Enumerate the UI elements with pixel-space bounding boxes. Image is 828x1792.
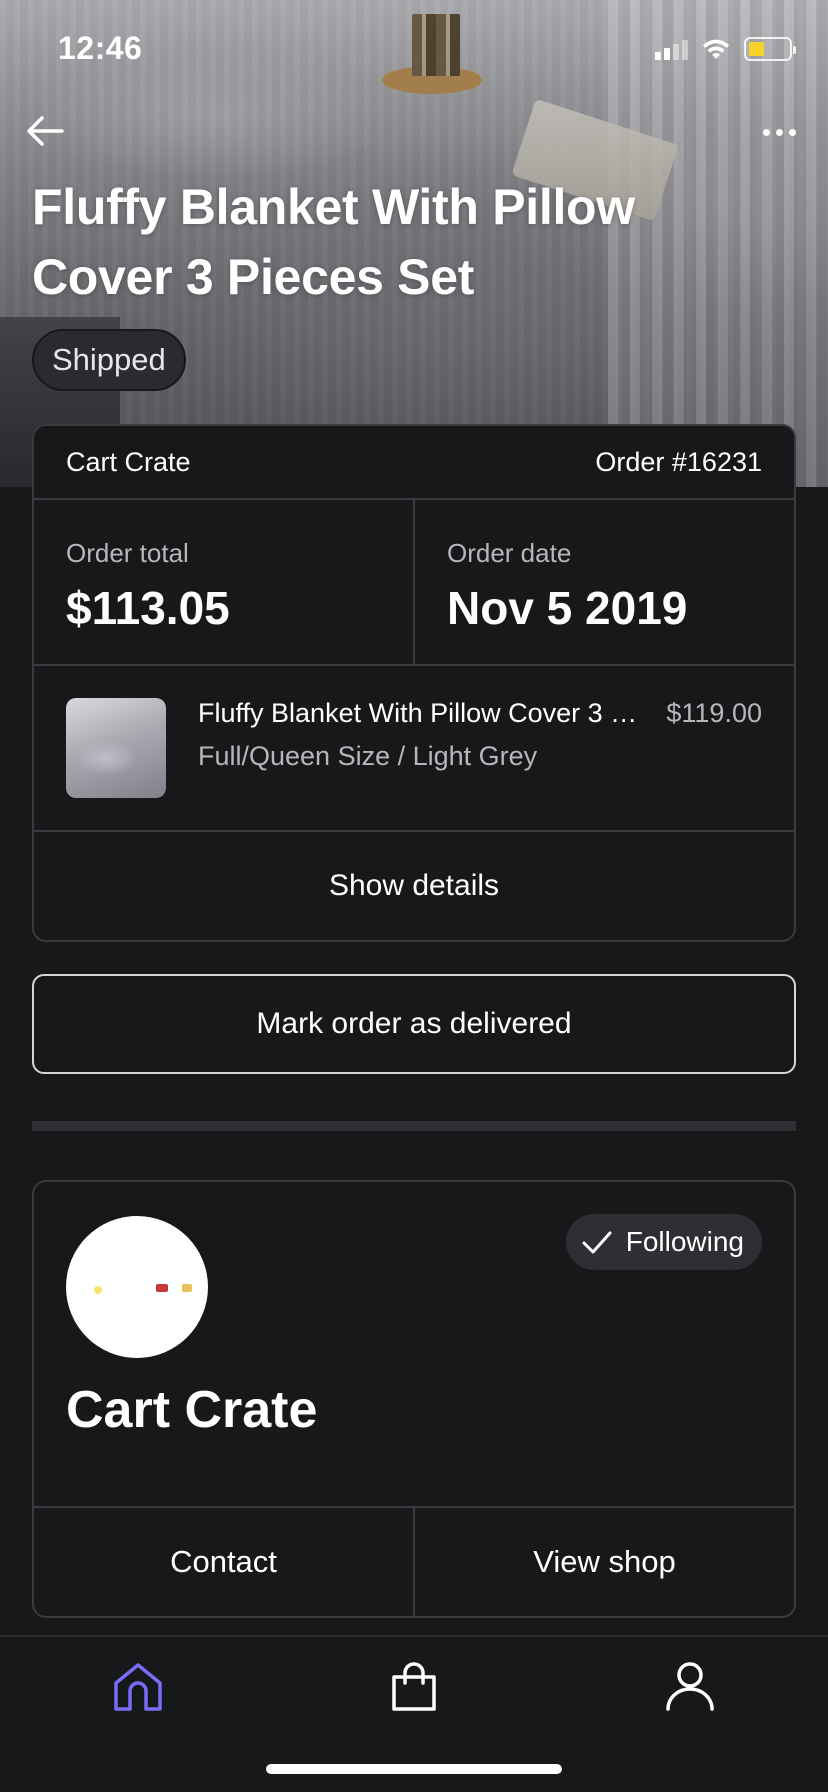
home-icon[interactable] [108,1657,168,1717]
item-thumbnail [66,698,166,798]
item-info: Fluffy Blanket With Pillow Cover 3 Piece… [198,698,762,772]
back-arrow-icon[interactable] [22,108,68,154]
order-total: Order total $113.05 [34,500,413,664]
item-name: Fluffy Blanket With Pillow Cover 3 Piece… [198,698,652,728]
order-date-value: Nov 5 2019 [447,582,688,634]
battery-level [749,42,765,56]
user-icon[interactable] [660,1657,720,1717]
item-variant: Full/Queen Size / Light Grey [198,741,538,771]
order-number: Order #16231 [595,446,762,477]
following-label: Following [625,1226,744,1257]
order-date: Order date Nov 5 2019 [413,500,794,664]
show-details-button[interactable]: Show details [34,832,794,940]
battery-icon [744,37,796,61]
status-badge: Shipped [32,329,186,391]
wifi-icon [703,39,729,59]
order-shop-name: Cart Crate [66,446,191,477]
section-divider [32,1121,796,1131]
shopping-bag-icon[interactable] [384,1657,444,1717]
shop-name: Cart Crate [66,1381,318,1439]
order-stats: Order total $113.05 Order date Nov 5 201… [34,500,794,666]
order-item[interactable]: Fluffy Blanket With Pillow Cover 3 Piece… [34,666,794,832]
order-card: Cart Crate Order #16231 Order total $113… [32,424,796,942]
shop-avatar[interactable] [66,1216,208,1358]
following-button[interactable]: Following [565,1214,762,1270]
order-card-header: Cart Crate Order #16231 [34,426,794,500]
shop-actions: Contact View shop [34,1506,794,1616]
mark-delivered-button[interactable]: Mark order as delivered [32,974,796,1074]
checkmark-icon [582,1231,612,1254]
cellular-signal-icon [655,38,688,60]
order-date-label: Order date [447,538,572,568]
page-title: Fluffy Blanket With Pillow Cover 3 Piece… [32,179,635,305]
more-options-icon[interactable] [756,112,802,152]
contact-button[interactable]: Contact [34,1508,413,1616]
order-total-value: $113.05 [66,582,230,634]
status-icons [655,34,796,64]
view-shop-button[interactable]: View shop [413,1508,794,1616]
shop-card: Following Cart Crate Contact View shop [32,1180,796,1618]
tab-bar [0,1635,828,1792]
home-indicator [266,1764,562,1774]
item-price: $119.00 [666,698,762,728]
status-time: 12:46 [58,30,143,66]
order-total-label: Order total [66,538,189,568]
